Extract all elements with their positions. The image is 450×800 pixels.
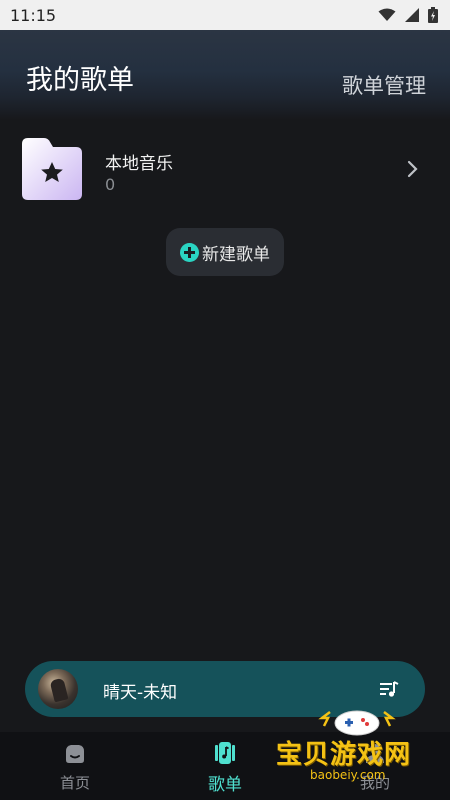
new-playlist-button[interactable]: 新建歌单 [166, 228, 284, 276]
status-time: 11:15 [10, 5, 57, 25]
new-playlist-label: 新建歌单 [202, 244, 270, 265]
nav-playlists[interactable]: 歌单 [180, 732, 270, 800]
chevron-right-icon [407, 160, 418, 178]
status-bar: 11:15 [0, 0, 450, 30]
plus-icon [180, 242, 199, 262]
battery-icon [428, 7, 438, 23]
watermark: 宝贝游戏网 baobeiy.com [276, 704, 446, 794]
nav-home-label: 首页 [59, 774, 90, 792]
now-playing-title: 晴天-未知 [103, 683, 178, 703]
folder-star-icon [22, 138, 82, 200]
playlist-manage-button[interactable]: 歌单管理 [342, 70, 426, 100]
page-title: 我的歌单 [26, 65, 134, 96]
playlist-icon [215, 742, 235, 764]
wifi-icon [378, 8, 396, 21]
watermark-text: 宝贝游戏网 [276, 740, 412, 770]
status-icons [378, 7, 438, 23]
nav-home[interactable]: 首页 [30, 732, 120, 800]
local-music-count: 0 [105, 175, 116, 194]
gamepad-logo-icon [318, 710, 396, 736]
playlist-queue-icon[interactable] [379, 679, 399, 699]
local-music-row[interactable]: 本地音乐 0 [0, 132, 450, 210]
watermark-url: baobeiy.com [310, 768, 386, 782]
nav-playlists-label: 歌单 [208, 775, 242, 795]
local-music-title: 本地音乐 [105, 154, 173, 174]
album-art [38, 669, 78, 709]
signal-icon [405, 8, 419, 22]
home-icon [66, 745, 84, 763]
